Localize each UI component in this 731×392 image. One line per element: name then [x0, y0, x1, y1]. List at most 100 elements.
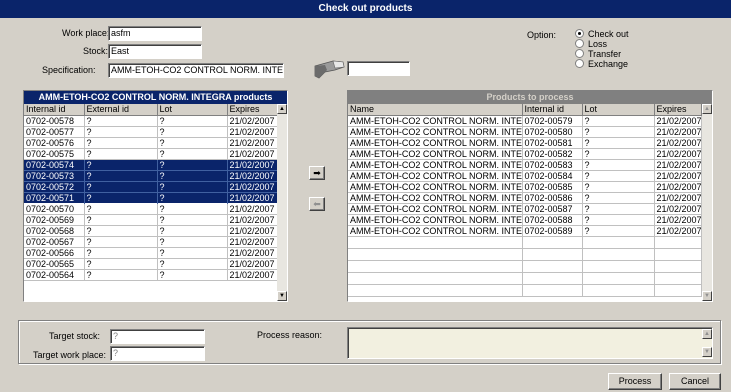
table-row[interactable]: 0702-00576?? 21/02/2007 — [24, 137, 278, 149]
scroll-up-icon[interactable]: ▲ — [277, 104, 287, 114]
table-row[interactable]: 0702-00569?? 21/02/2007 — [24, 214, 278, 226]
table-row[interactable]: 0702-00570?? 21/02/2007 — [24, 203, 278, 215]
table-cell: AMM-ETOH-CO2 CONTROL NORM. INTEGRA — [348, 170, 523, 182]
table-cell — [582, 284, 655, 297]
table-cell: 0702-00584 — [522, 170, 583, 182]
table-row[interactable]: AMM-ETOH-CO2 CONTROL NORM. INTEGRA0702-0… — [348, 159, 702, 171]
stock-field[interactable]: East — [108, 44, 202, 59]
column-header[interactable]: Expires — [654, 104, 702, 116]
table-cell — [582, 248, 655, 261]
table-row[interactable]: 0702-00571?? 21/02/2007 — [24, 192, 278, 204]
table-row-empty[interactable] — [348, 272, 702, 285]
table-cell: AMM-ETOH-CO2 CONTROL NORM. INTEGRA — [348, 192, 523, 204]
products-to-process-grid[interactable]: Products to process Name Internal id Lot Ex… — [347, 90, 713, 302]
available-products-grid[interactable]: AMM-ETOH-CO2 CONTROL NORM. INTEGRA produ… — [23, 90, 288, 302]
table-row[interactable]: 0702-00577?? 21/02/2007 — [24, 126, 278, 138]
table-cell: 21/02/2007 — [654, 192, 702, 204]
move-right-button[interactable]: ➡ — [309, 166, 325, 180]
specification-field[interactable]: AMM-ETOH-CO2 CONTROL NORM. INTEGRA — [108, 63, 284, 78]
column-header[interactable]: Lot — [157, 104, 228, 116]
available-products-scrollbar[interactable]: ▲ ▼ — [277, 104, 287, 301]
table-row[interactable]: AMM-ETOH-CO2 CONTROL NORM. INTEGRA0702-0… — [348, 115, 702, 127]
table-row[interactable]: AMM-ETOH-CO2 CONTROL NORM. INTEGRA0702-0… — [348, 225, 702, 237]
column-header[interactable]: Internal id — [24, 104, 85, 116]
radio-icon[interactable] — [575, 29, 584, 38]
products-to-process-table: Name Internal id Lot Expires AMM-ETOH-CO2 C… — [348, 104, 702, 297]
process-button[interactable]: Process — [608, 373, 662, 390]
table-row[interactable]: 0702-00566?? 21/02/2007 — [24, 247, 278, 259]
column-header[interactable]: External id — [84, 104, 158, 116]
table-cell: AMM-ETOH-CO2 CONTROL NORM. INTEGRA — [348, 137, 523, 149]
scroll-down-icon[interactable]: ▼ — [702, 347, 712, 357]
table-row[interactable]: AMM-ETOH-CO2 CONTROL NORM. INTEGRA0702-0… — [348, 192, 702, 204]
table-row-empty[interactable] — [348, 260, 702, 273]
table-cell: 21/02/2007 — [654, 203, 702, 215]
table-cell: 0702-00589 — [522, 225, 583, 237]
table-row[interactable]: 0702-00572?? 21/02/2007 — [24, 181, 278, 193]
table-cell: ? — [582, 159, 655, 171]
scroll-down-icon[interactable]: ▼ — [702, 291, 712, 301]
table-cell: ? — [84, 236, 158, 248]
table-cell: 21/02/2007 — [654, 214, 702, 226]
table-cell: 21/02/2007 — [654, 181, 702, 193]
table-row[interactable]: 0702-00564?? 21/02/2007 — [24, 269, 278, 281]
scroll-up-icon[interactable]: ▲ — [702, 329, 712, 339]
available-products-title: AMM-ETOH-CO2 CONTROL NORM. INTEGRA produ… — [24, 91, 287, 104]
column-header[interactable]: Expires — [227, 104, 278, 116]
target-work-place-field[interactable]: ? — [110, 346, 205, 361]
table-cell: ? — [157, 192, 228, 204]
move-left-button[interactable]: ⬅ — [309, 197, 325, 211]
table-row[interactable]: 0702-00573?? 21/02/2007 — [24, 170, 278, 182]
column-header[interactable]: Lot — [582, 104, 655, 116]
table-row[interactable]: AMM-ETOH-CO2 CONTROL NORM. INTEGRA0702-0… — [348, 214, 702, 226]
table-cell — [582, 236, 655, 249]
table-row[interactable]: AMM-ETOH-CO2 CONTROL NORM. INTEGRA0702-0… — [348, 181, 702, 193]
target-stock-field[interactable]: ? — [110, 329, 205, 344]
table-cell: AMM-ETOH-CO2 CONTROL NORM. INTEGRA — [348, 148, 523, 160]
column-header[interactable]: Internal id — [522, 104, 583, 116]
work-place-field[interactable]: asfm — [108, 26, 202, 41]
table-row[interactable]: 0702-00575?? 21/02/2007 — [24, 148, 278, 160]
table-row[interactable]: 0702-00574?? 21/02/2007 — [24, 159, 278, 171]
scroll-down-icon[interactable]: ▼ — [277, 291, 287, 301]
option-exchange-radio[interactable]: Exchange — [575, 58, 628, 69]
table-row[interactable]: 0702-00567?? 21/02/2007 — [24, 236, 278, 248]
table-row-empty[interactable] — [348, 284, 702, 297]
table-cell: 0702-00566 — [24, 247, 85, 259]
barcode-input[interactable] — [347, 61, 410, 76]
table-cell: ? — [157, 258, 228, 270]
process-reason-label: Process reason: — [257, 330, 323, 340]
table-cell — [654, 272, 702, 285]
table-row[interactable]: AMM-ETOH-CO2 CONTROL NORM. INTEGRA0702-0… — [348, 126, 702, 138]
table-cell: ? — [582, 203, 655, 215]
cancel-button[interactable]: Cancel — [669, 373, 721, 390]
scroll-up-icon[interactable]: ▲ — [702, 104, 712, 114]
table-cell — [522, 248, 583, 261]
table-row[interactable]: AMM-ETOH-CO2 CONTROL NORM. INTEGRA0702-0… — [348, 203, 702, 215]
radio-icon[interactable] — [575, 49, 584, 58]
table-row-empty[interactable] — [348, 236, 702, 249]
table-row[interactable]: 0702-00568?? 21/02/2007 — [24, 225, 278, 237]
radio-icon[interactable] — [575, 39, 584, 48]
table-cell: 21/02/2007 — [227, 258, 278, 270]
table-row[interactable]: AMM-ETOH-CO2 CONTROL NORM. INTEGRA0702-0… — [348, 148, 702, 160]
table-cell: ? — [84, 247, 158, 259]
table-cell — [522, 284, 583, 297]
table-row-empty[interactable] — [348, 248, 702, 261]
table-cell: AMM-ETOH-CO2 CONTROL NORM. INTEGRA — [348, 181, 523, 193]
table-row[interactable]: AMM-ETOH-CO2 CONTROL NORM. INTEGRA0702-0… — [348, 170, 702, 182]
radio-icon[interactable] — [575, 59, 584, 68]
table-cell: ? — [157, 159, 228, 171]
table-row[interactable]: 0702-00565?? 21/02/2007 — [24, 258, 278, 270]
table-cell: ? — [582, 170, 655, 182]
table-cell — [348, 260, 523, 273]
table-row[interactable]: AMM-ETOH-CO2 CONTROL NORM. INTEGRA0702-0… — [348, 137, 702, 149]
table-cell: ? — [157, 181, 228, 193]
table-row[interactable]: 0702-00578?? 21/02/2007 — [24, 115, 278, 127]
table-cell: 21/02/2007 — [227, 170, 278, 182]
column-header[interactable]: Name — [348, 104, 523, 116]
table-cell: 21/02/2007 — [227, 269, 278, 281]
process-reason-textarea[interactable] — [347, 327, 713, 359]
table-cell: 21/02/2007 — [227, 225, 278, 237]
products-to-process-scrollbar[interactable]: ▲ ▼ — [702, 104, 712, 301]
